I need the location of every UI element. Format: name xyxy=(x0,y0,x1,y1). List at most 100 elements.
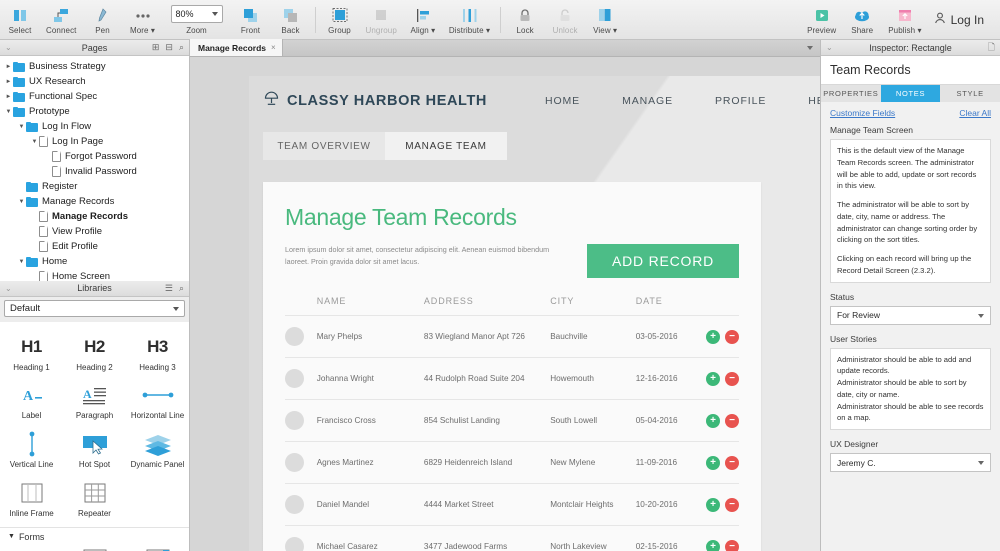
tool-connect[interactable]: Connect xyxy=(40,1,83,39)
page-tree-item[interactable]: ▼ Home xyxy=(0,254,189,269)
column-address[interactable]: ADDRESS xyxy=(424,296,550,316)
library-widget-paragraph[interactable]: A Paragraph xyxy=(63,378,126,427)
tool-ungroup[interactable]: Ungroup xyxy=(360,1,403,39)
add-row-button[interactable]: + xyxy=(706,455,720,470)
menu-icon[interactable]: ☰ xyxy=(165,283,173,294)
add-row-button[interactable]: + xyxy=(706,497,720,512)
page-tree-item[interactable]: ► Functional Spec xyxy=(0,89,189,104)
chevron-right-icon[interactable]: ► xyxy=(4,64,13,70)
pages-tree[interactable]: ► Business Strategy ► UX Research ► Functiona… xyxy=(0,56,189,281)
page-tree-item[interactable]: · View Profile xyxy=(0,224,189,239)
column-city[interactable]: CITY xyxy=(550,296,636,316)
library-widget-dynamic-panel[interactable]: Dynamic Panel xyxy=(126,427,189,476)
page-tree-item[interactable]: · Manage Records xyxy=(0,209,189,224)
add-folder-icon[interactable]: ⊟ xyxy=(165,42,173,53)
tool-pen[interactable]: Pen xyxy=(83,1,123,39)
status-dropdown[interactable]: For Review xyxy=(830,305,991,325)
library-widget-text-field[interactable]: abcText Field xyxy=(0,542,63,551)
search-icon[interactable]: ⌕ xyxy=(179,42,184,53)
table-row[interactable]: Michael Casarez 3477 Jadewood Farms North … xyxy=(285,525,739,551)
delete-row-button[interactable]: − xyxy=(725,371,739,386)
delete-row-button[interactable]: − xyxy=(725,413,739,428)
library-select[interactable]: Default xyxy=(4,299,185,317)
table-row[interactable]: Agnes Martinez 6829 Heidenreich Island New… xyxy=(285,441,739,484)
search-icon-libraries[interactable]: ⌕ xyxy=(179,283,184,294)
tool-group[interactable]: Group xyxy=(320,1,360,39)
inspector-tab-style[interactable]: STYLE xyxy=(940,85,1000,102)
page-tree-item[interactable]: · Forgot Password xyxy=(0,149,189,164)
delete-row-button[interactable]: − xyxy=(725,497,739,512)
tool-back[interactable]: Back xyxy=(271,1,311,39)
add-row-button[interactable]: + xyxy=(706,539,720,551)
zoom-control[interactable]: 80% Zoom xyxy=(163,4,231,35)
chevron-down-icon[interactable]: ▼ xyxy=(4,109,13,115)
collapse-icon-inspector[interactable]: ⌄ xyxy=(826,43,833,52)
chevron-down-icon[interactable]: ▼ xyxy=(17,199,26,205)
library-widget-text-area[interactable]: Text Area xyxy=(63,542,126,551)
tool-lock[interactable]: Lock xyxy=(505,1,545,39)
table-row[interactable]: Johanna Wright 44 Rudolph Road Suite 204 H… xyxy=(285,357,739,400)
inspector-tab-notes[interactable]: NOTES xyxy=(880,85,941,102)
wireframe-page[interactable]: CLASSY HARBOR HEALTH HOME MANAGE PROFILE HE… xyxy=(249,76,820,551)
library-widget-inline-frame[interactable]: Inline Frame xyxy=(0,476,63,525)
library-widget-label[interactable]: A Label xyxy=(0,378,63,427)
add-row-button[interactable]: + xyxy=(706,329,720,344)
delete-row-button[interactable]: − xyxy=(725,455,739,470)
nav-link-home[interactable]: HOME xyxy=(545,95,580,107)
page-tree-item[interactable]: ▼ Manage Records xyxy=(0,194,189,209)
document-tab-manage-records[interactable]: Manage Records × xyxy=(190,39,283,56)
zoom-select[interactable]: 80% xyxy=(170,4,223,23)
page-tree-item[interactable]: · Edit Profile xyxy=(0,239,189,254)
tool-distribute[interactable]: Distribute ▾ xyxy=(443,1,496,39)
library-widget-droplist[interactable]: Droplist xyxy=(126,542,189,551)
brand-logo[interactable]: CLASSY HARBOR HEALTH xyxy=(263,90,487,112)
page-icon[interactable]: 🗋 xyxy=(988,40,995,56)
preview-button[interactable]: Preview xyxy=(801,1,842,39)
add-record-button[interactable]: ADD RECORD xyxy=(587,244,739,278)
library-section-forms[interactable]: ▼ Forms xyxy=(0,526,189,542)
customize-fields-link[interactable]: Customize Fields xyxy=(830,108,895,118)
collapse-icon-libraries[interactable]: ⌄ xyxy=(5,284,12,293)
table-row[interactable]: Mary Phelps 83 Wiegland Manor Apt 726 Bauc… xyxy=(285,315,739,358)
page-tree-item[interactable]: · Register xyxy=(0,179,189,194)
tool-view[interactable]: View ▾ xyxy=(585,1,625,39)
tool-select[interactable]: Select xyxy=(0,1,40,39)
add-row-button[interactable]: + xyxy=(706,371,720,386)
page-tree-item[interactable]: ▼ Log In Page xyxy=(0,134,189,149)
column-name[interactable]: NAME xyxy=(317,296,424,316)
page-tree-item[interactable]: ► Business Strategy xyxy=(0,59,189,74)
nav-link-help[interactable]: HELP xyxy=(808,95,820,107)
page-tree-item[interactable]: ▼ Prototype xyxy=(0,104,189,119)
close-icon[interactable]: × xyxy=(271,43,276,52)
nav-link-manage[interactable]: MANAGE xyxy=(622,95,673,107)
library-widget-vertical-line[interactable]: Vertical Line xyxy=(0,427,63,476)
table-row[interactable]: Francisco Cross 854 Schulist Landing South… xyxy=(285,399,739,442)
page-tree-item[interactable]: ► UX Research xyxy=(0,74,189,89)
wireframe-nav[interactable]: HOME MANAGE PROFILE HELP xyxy=(545,95,820,107)
library-widget-heading-2[interactable]: H2 Heading 2 xyxy=(63,330,126,379)
tool-front[interactable]: Front xyxy=(231,1,271,39)
library-widget-heading-3[interactable]: H3 Heading 3 xyxy=(126,330,189,379)
ux-designer-dropdown[interactable]: Jeremy C. xyxy=(830,453,991,473)
collapse-icon[interactable]: ⌄ xyxy=(5,43,12,52)
chevron-down-icon-tabs[interactable] xyxy=(807,46,813,50)
delete-row-button[interactable]: − xyxy=(725,539,739,551)
chevron-right-icon[interactable]: ► xyxy=(4,94,13,100)
nav-link-profile[interactable]: PROFILE xyxy=(715,95,766,107)
page-tree-item[interactable]: · Invalid Password xyxy=(0,164,189,179)
delete-row-button[interactable]: − xyxy=(725,329,739,344)
publish-button[interactable]: Publish ▾ xyxy=(882,1,927,39)
page-tree-item[interactable]: ▼ Log In Flow xyxy=(0,119,189,134)
widget-library-grid[interactable]: H1 Heading 1 H2 Heading 2 H3 Heading 3 A Label A… xyxy=(0,321,189,551)
user-stories-textarea[interactable]: Administrator should be able to add and … xyxy=(830,347,991,431)
page-tree-item[interactable]: · Home Screen xyxy=(0,269,189,281)
tool-align[interactable]: Align ▾ xyxy=(403,1,443,39)
inspector-tab-properties[interactable]: PROPERTIES xyxy=(821,85,881,102)
add-row-button[interactable]: + xyxy=(706,413,720,428)
add-page-icon[interactable]: ⊞ xyxy=(152,42,160,53)
tool-more[interactable]: More ▾ xyxy=(123,1,163,39)
login-button[interactable]: Log In xyxy=(928,12,990,27)
library-widget-heading-1[interactable]: H1 Heading 1 xyxy=(0,330,63,379)
chevron-down-icon[interactable]: ▼ xyxy=(17,259,26,265)
share-button[interactable]: Share xyxy=(842,1,882,39)
